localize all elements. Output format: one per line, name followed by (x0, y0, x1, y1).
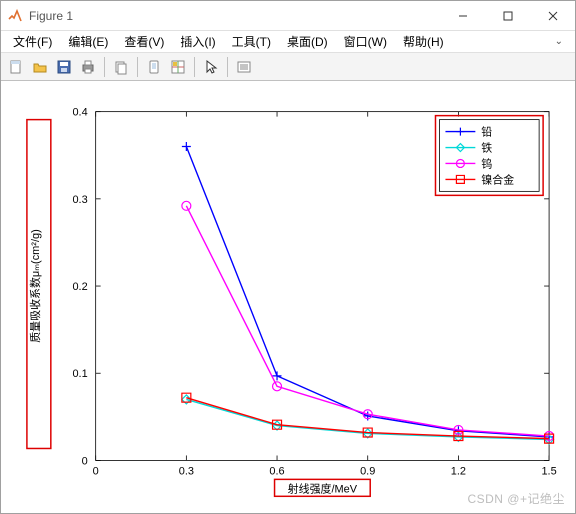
svg-text:铁: 铁 (481, 142, 492, 155)
print-icon[interactable] (77, 56, 99, 78)
svg-text:0.9: 0.9 (360, 465, 375, 477)
svg-text:镍合金: 镍合金 (481, 172, 514, 186)
menu-window[interactable]: 窗口(W) (336, 31, 395, 52)
svg-text:0: 0 (93, 465, 99, 477)
toolbar-separator (137, 57, 138, 77)
window-buttons (440, 1, 575, 30)
toolbar (1, 53, 575, 81)
svg-text:铅: 铅 (481, 125, 492, 139)
cursor-icon[interactable] (200, 56, 222, 78)
menubar: 文件(F) 编辑(E) 查看(V) 插入(I) 工具(T) 桌面(D) 窗口(W… (1, 31, 575, 53)
menu-insert[interactable]: 插入(I) (172, 31, 223, 52)
window-title: Figure 1 (29, 9, 440, 23)
toolbar-separator (104, 57, 105, 77)
plot-svg: 0 0.3 0.6 0.9 1.2 1.5 0 0.1 0.2 0.3 0.4 射线强度/MeV 质量吸… (1, 81, 575, 513)
svg-text:0.6: 0.6 (269, 465, 284, 477)
grid-icon[interactable] (167, 56, 189, 78)
menu-desktop[interactable]: 桌面(D) (279, 31, 336, 52)
save-icon[interactable] (53, 56, 75, 78)
menu-edit[interactable]: 编辑(E) (60, 31, 116, 52)
maximize-button[interactable] (485, 1, 530, 30)
svg-text:0.1: 0.1 (72, 368, 87, 380)
menu-tools[interactable]: 工具(T) (224, 31, 279, 52)
menu-help[interactable]: 帮助(H) (395, 31, 452, 52)
titlebar: Figure 1 (1, 1, 575, 31)
svg-text:钨: 钨 (481, 157, 492, 170)
x-axis-label: 射线强度/MeV (288, 481, 358, 495)
new-icon[interactable] (5, 56, 27, 78)
plot-canvas: 0 0.3 0.6 0.9 1.2 1.5 0 0.1 0.2 0.3 0.4 射线强度/MeV 质量吸… (1, 81, 575, 513)
y-axis-label: 质量吸收系数μₘ(cm²/g) (28, 229, 42, 343)
toolbar-separator (227, 57, 228, 77)
matlab-icon (7, 8, 23, 24)
menu-overflow-icon[interactable]: ⌄ (547, 36, 571, 47)
svg-text:0: 0 (82, 455, 88, 467)
device-icon[interactable] (143, 56, 165, 78)
close-button[interactable] (530, 1, 575, 30)
minimize-button[interactable] (440, 1, 485, 30)
svg-text:0.3: 0.3 (179, 465, 194, 477)
copy-icon[interactable] (110, 56, 132, 78)
svg-text:0.3: 0.3 (72, 194, 87, 206)
svg-text:0.2: 0.2 (72, 281, 87, 293)
list-icon[interactable] (233, 56, 255, 78)
svg-text:1.2: 1.2 (451, 465, 466, 477)
open-icon[interactable] (29, 56, 51, 78)
menu-view[interactable]: 查看(V) (116, 31, 172, 52)
svg-text:1.5: 1.5 (541, 465, 556, 477)
menu-file[interactable]: 文件(F) (5, 31, 60, 52)
figure-window: Figure 1 文件(F) 编辑(E) 查看(V) 插入(I) 工具(T) 桌… (0, 0, 576, 514)
toolbar-separator (194, 57, 195, 77)
svg-text:0.4: 0.4 (72, 107, 87, 119)
